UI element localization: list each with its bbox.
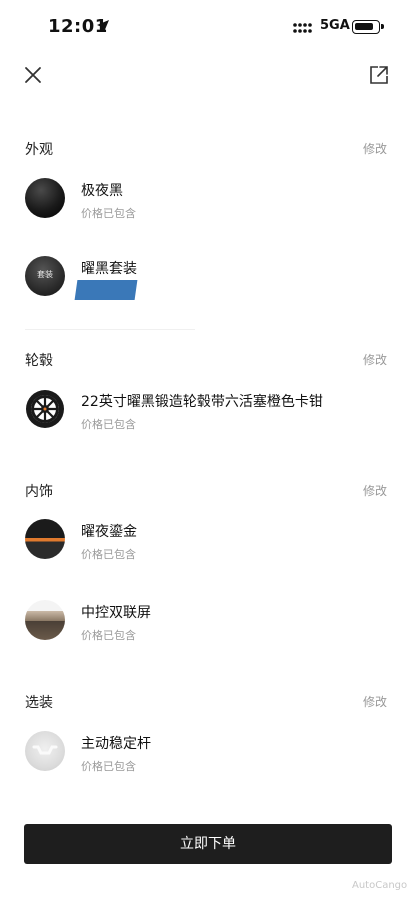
network-label: 5GA: [320, 18, 350, 33]
option-name: 极夜黑: [81, 183, 123, 199]
share-button[interactable]: [366, 62, 392, 88]
status-bar: 12:01 5GA: [0, 0, 415, 50]
suite-thumbnail: 套装: [25, 256, 65, 296]
stabilizer-thumbnail: [25, 731, 65, 771]
section-exterior: 外观 修改: [0, 139, 415, 159]
top-nav: [0, 58, 415, 94]
option-item-screen: 中控双联屏 价格已包含: [0, 600, 415, 648]
watermark: AutoCango: [352, 880, 408, 891]
option-name: 主动稳定杆: [81, 736, 151, 752]
stabilizer-bar-icon: [32, 745, 58, 755]
close-button[interactable]: [20, 62, 46, 88]
option-price: 价格已包含: [81, 207, 136, 220]
section-wheels: 轮毂 修改: [0, 350, 415, 370]
color-swatch: [25, 178, 65, 218]
option-price: 价格已包含: [81, 418, 136, 431]
edit-interior-button[interactable]: 修改: [363, 482, 387, 499]
redaction-mark: [74, 280, 138, 300]
option-item-interior: 曜夜鎏金 价格已包含: [0, 519, 415, 567]
edit-exterior-button[interactable]: 修改: [363, 140, 387, 157]
option-price: 价格已包含: [81, 629, 136, 642]
order-now-button[interactable]: 立即下单: [24, 824, 392, 864]
section-title: 选装: [25, 695, 53, 711]
option-name: 中控双联屏: [81, 605, 151, 621]
option-name: 22英寸曜黑锻造轮毂带六活塞橙色卡钳: [81, 394, 323, 410]
option-item-color: 极夜黑 价格已包含: [0, 178, 415, 226]
wheel-icon: [26, 390, 64, 428]
section-options: 选装 修改: [0, 692, 415, 712]
battery-level: [355, 23, 373, 30]
section-title: 内饰: [25, 484, 53, 500]
option-item-stabilizer: 主动稳定杆 价格已包含: [0, 731, 415, 779]
option-price: 价格已包含: [81, 548, 136, 561]
edit-wheels-button[interactable]: 修改: [363, 351, 387, 368]
signal-icon: [293, 23, 312, 33]
divider: [25, 329, 195, 330]
option-name: 曜夜鎏金: [81, 524, 137, 540]
thumbnail-label: 套装: [37, 270, 53, 279]
order-button-label: 立即下单: [180, 836, 236, 852]
battery-icon: [352, 20, 384, 34]
section-title: 外观: [25, 142, 53, 158]
option-item-wheel: 22英寸曜黑锻造轮毂带六活塞橙色卡钳 价格已包含: [0, 389, 415, 437]
interior-swatch: [25, 519, 65, 559]
share-icon: [370, 66, 388, 84]
section-title: 轮毂: [25, 353, 53, 369]
option-price: 价格已包含: [81, 760, 136, 773]
section-interior: 内饰 修改: [0, 481, 415, 501]
screen-thumbnail: [25, 600, 65, 640]
edit-options-button[interactable]: 修改: [363, 693, 387, 710]
close-icon: [25, 67, 41, 83]
location-arrow-icon: [97, 20, 109, 32]
option-item-suite: 套装 曜黑套装: [0, 256, 415, 304]
option-name: 曜黑套装: [81, 261, 137, 277]
